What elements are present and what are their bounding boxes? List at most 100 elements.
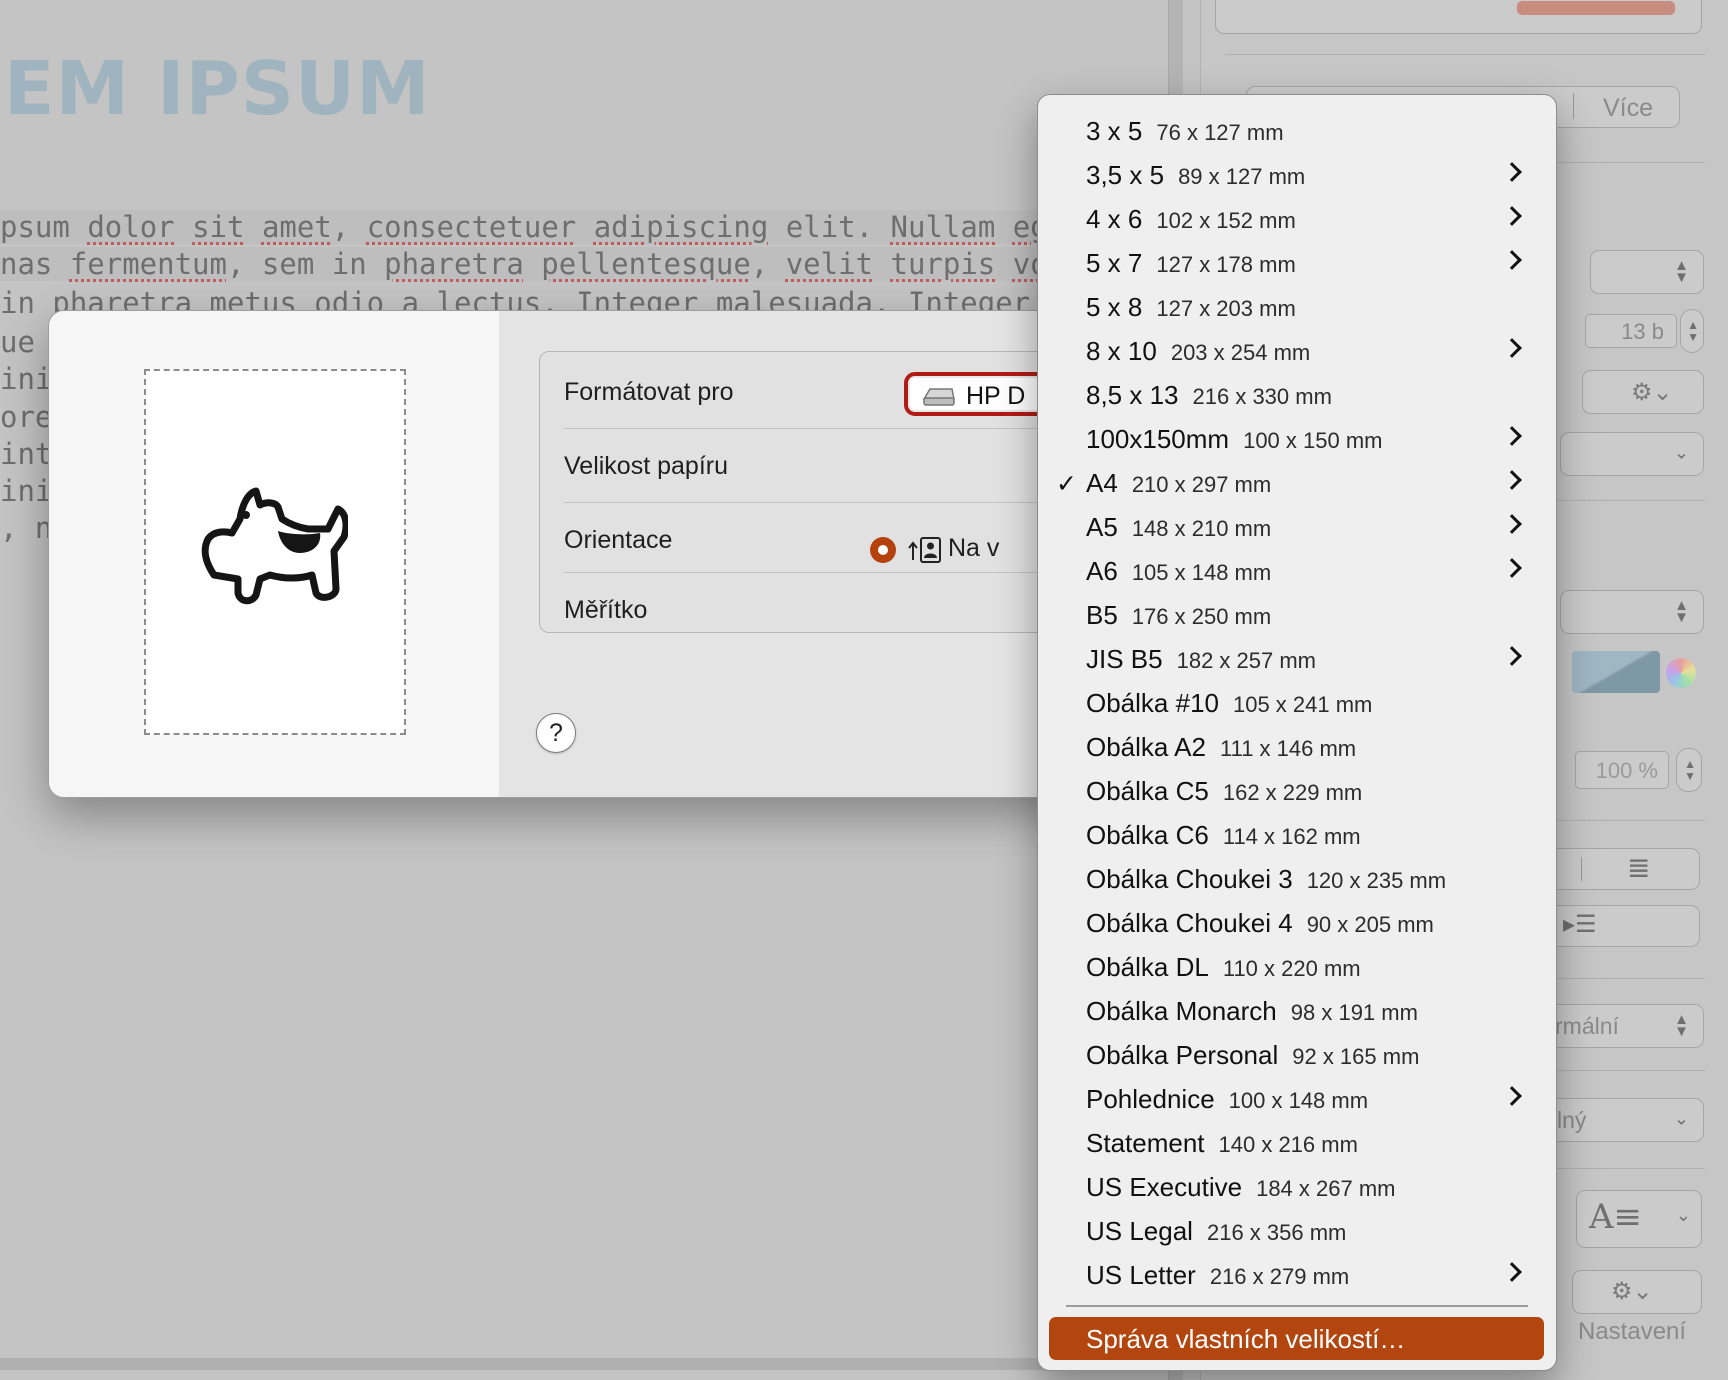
justify-icon[interactable]: ≣ <box>1627 851 1650 884</box>
orientation-portrait-radio[interactable] <box>870 537 896 563</box>
paper-size-item[interactable]: 4 x 6 102 x 152 mm <box>1038 197 1556 241</box>
paper-size-item[interactable]: US Legal 216 x 356 mm <box>1038 1209 1556 1253</box>
paper-size-item[interactable]: 5 x 7 127 x 178 mm <box>1038 241 1556 285</box>
paper-size-text: B5 176 x 250 mm <box>1086 600 1271 631</box>
portrait-orientation-icon <box>908 537 941 563</box>
paper-size-item[interactable]: 8,5 x 13 216 x 330 mm <box>1038 373 1556 417</box>
document-word: fermentum <box>69 247 227 281</box>
manage-custom-sizes-label: Správa vlastních velikostí… <box>1086 1324 1406 1354</box>
paper-size-name: Statement <box>1086 1128 1205 1158</box>
paper-size-dimensions: 102 x 152 mm <box>1156 208 1296 233</box>
document-word: , sem in <box>226 247 385 281</box>
updown-icon: ▲ ▼ <box>1674 257 1689 286</box>
font-size-stepper[interactable]: ▲ ▼ <box>1680 309 1704 353</box>
document-text-line: nas fermentum, sem in pharetra pellentes… <box>0 247 1165 281</box>
paper-size-dimensions: 182 x 257 mm <box>1176 648 1316 673</box>
spacing-field[interactable]: 100 % <box>1575 751 1669 789</box>
paper-size-item[interactable]: US Executive 184 x 267 mm <box>1038 1165 1556 1209</box>
page-setup-dialog: Formátovat pro HP D Velikost papíru Orie… <box>48 310 1108 798</box>
paper-size-text: Obálka C6 114 x 162 mm <box>1086 820 1361 851</box>
chevron-right-icon <box>1502 206 1522 226</box>
paper-size-name: Obálka C6 <box>1086 820 1209 850</box>
paper-size-item[interactable]: Statement 140 x 216 mm <box>1038 1121 1556 1165</box>
manage-custom-sizes-item[interactable]: Správa vlastních velikostí… <box>1049 1317 1544 1360</box>
orientation-portrait-label[interactable]: Na v <box>948 534 999 563</box>
gear-menu-button[interactable]: ⚙︎⌄ <box>1582 370 1704 414</box>
paper-size-name: Obálka DL <box>1086 952 1209 982</box>
alignment-segmented-control[interactable]: ≣ <box>1540 848 1700 890</box>
document-word: turpis <box>890 247 996 281</box>
row-divider <box>564 502 1107 503</box>
indent-icon: ▸☰ <box>1563 911 1597 938</box>
paper-size-text: 5 x 8 127 x 203 mm <box>1086 292 1296 323</box>
paper-size-dimensions: 89 x 127 mm <box>1178 164 1306 189</box>
chevron-right-icon <box>1502 338 1522 358</box>
paper-size-item[interactable]: Obálka C6 114 x 162 mm <box>1038 813 1556 857</box>
chevron-right-icon <box>1502 470 1522 490</box>
printer-name: HP D <box>966 382 1026 410</box>
paper-size-dimensions: 98 x 191 mm <box>1290 1000 1418 1025</box>
paper-size-text: US Executive 184 x 267 mm <box>1086 1172 1395 1203</box>
paper-size-item[interactable]: Obálka Personal 92 x 165 mm <box>1038 1033 1556 1077</box>
spacing-stepper[interactable]: ▲ ▼ <box>1676 748 1702 792</box>
paper-size-text: Statement 140 x 216 mm <box>1086 1128 1358 1159</box>
paper-size-item[interactable]: A6 105 x 148 mm <box>1038 549 1556 593</box>
paper-size-text: Obálka Choukei 3 120 x 235 mm <box>1086 864 1446 895</box>
paper-size-text: A4 210 x 297 mm <box>1086 468 1271 499</box>
paper-size-dimensions: 184 x 267 mm <box>1256 1176 1396 1201</box>
color-wheel-icon[interactable] <box>1666 658 1696 688</box>
inspector-popup-3[interactable]: ▲ ▼ <box>1560 590 1704 634</box>
paper-size-item[interactable]: Pohlednice 100 x 148 mm <box>1038 1077 1556 1121</box>
paper-size-item[interactable]: 3 x 5 76 x 127 mm <box>1038 109 1556 153</box>
second-style-popup-value: lný <box>1557 1107 1587 1133</box>
settings-gear-button[interactable]: ⚙︎⌄ <box>1572 1270 1702 1314</box>
help-button[interactable]: ? <box>536 713 576 753</box>
paper-size-item[interactable]: Obálka DL 110 x 220 mm <box>1038 945 1556 989</box>
inspector-popup-1[interactable]: ▲ ▼ <box>1590 250 1704 294</box>
paper-size-name: A6 <box>1086 556 1118 586</box>
paper-size-name: 3 x 5 <box>1086 116 1143 146</box>
paper-size-item[interactable]: 3,5 x 5 89 x 127 mm <box>1038 153 1556 197</box>
paper-size-item[interactable]: Obálka Monarch 98 x 191 mm <box>1038 989 1556 1033</box>
chevron-right-icon <box>1502 514 1522 534</box>
segment-vice[interactable]: Více <box>1603 94 1653 123</box>
paper-size-item[interactable]: Obálka Choukei 3 120 x 235 mm <box>1038 857 1556 901</box>
paper-size-name: 8 x 10 <box>1086 336 1157 366</box>
color-well[interactable] <box>1572 651 1660 693</box>
font-size-field[interactable]: 13 b <box>1585 314 1677 348</box>
paper-size-dimensions: 114 x 162 mm <box>1222 824 1361 849</box>
document-word: , <box>331 210 367 244</box>
indent-button[interactable]: ▸☰ <box>1540 905 1700 947</box>
paper-size-name: 5 x 8 <box>1086 292 1143 322</box>
paper-size-item[interactable]: B5 176 x 250 mm <box>1038 593 1556 637</box>
text-style-button[interactable]: A≡ ⌄ <box>1576 1190 1702 1248</box>
paper-size-item[interactable]: A5 148 x 210 mm <box>1038 505 1556 549</box>
paper-size-item[interactable]: US Letter 216 x 279 mm <box>1038 1253 1556 1297</box>
row-divider <box>564 428 1107 429</box>
chevron-down-icon: ⌄ <box>1673 442 1689 463</box>
paper-size-text: Obálka Personal 92 x 165 mm <box>1086 1040 1419 1071</box>
paper-size-text: Pohlednice 100 x 148 mm <box>1086 1084 1368 1115</box>
paper-size-item[interactable]: 5 x 8 127 x 203 mm <box>1038 285 1556 329</box>
paper-size-item[interactable]: Obálka Choukei 4 90 x 205 mm <box>1038 901 1556 945</box>
paper-size-dimensions: 148 x 210 mm <box>1131 516 1272 541</box>
updown-icon: ▲ ▼ <box>1674 1011 1689 1040</box>
paper-size-item[interactable]: 8 x 10 203 x 254 mm <box>1038 329 1556 373</box>
paper-size-name: US Legal <box>1086 1216 1193 1246</box>
document-word <box>175 210 192 244</box>
paper-size-item[interactable]: Obálka #10 105 x 241 mm <box>1038 681 1556 725</box>
inspector-popup-2[interactable]: ⌄ <box>1560 432 1704 476</box>
chevron-right-icon <box>1502 1086 1522 1106</box>
paper-size-item[interactable]: 100x150mm 100 x 150 mm <box>1038 417 1556 461</box>
horizontal-scrollbar[interactable] <box>0 1358 1168 1370</box>
document-word: velit <box>785 247 874 281</box>
paper-size-name: Obálka Monarch <box>1086 996 1277 1026</box>
document-word: psum <box>0 210 88 244</box>
paper-size-dimensions: 127 x 203 mm <box>1156 296 1296 321</box>
paper-size-dimensions: 90 x 205 mm <box>1306 912 1434 937</box>
document-word <box>873 247 890 281</box>
paper-size-item[interactable]: ✓ A4 210 x 297 mm <box>1038 461 1556 505</box>
paper-size-item[interactable]: Obálka A2 111 x 146 mm <box>1038 725 1556 769</box>
paper-size-item[interactable]: JIS B5 182 x 257 mm <box>1038 637 1556 681</box>
paper-size-item[interactable]: Obálka C5 162 x 229 mm <box>1038 769 1556 813</box>
